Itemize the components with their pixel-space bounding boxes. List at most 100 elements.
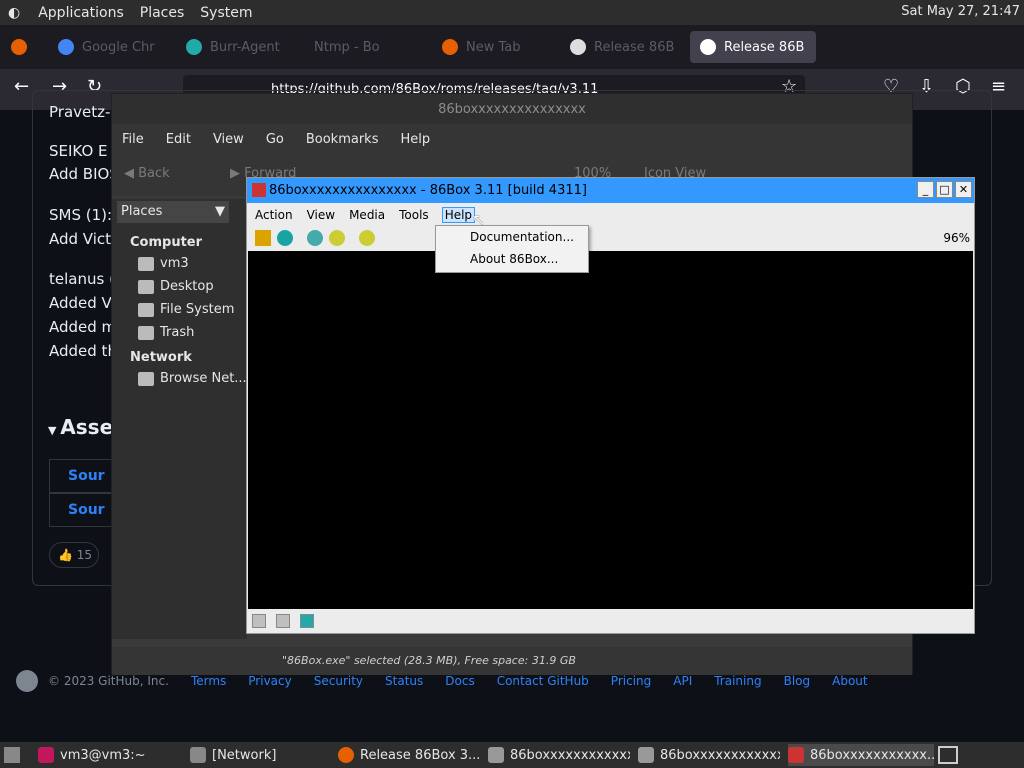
taskbar-item-folder-1[interactable]: 86boxxxxxxxxxxxxxx (488, 744, 630, 766)
86box-title: 86boxxxxxxxxxxxxxxx - 86Box 3.11 [build … (269, 183, 587, 198)
sound-icon[interactable] (300, 614, 314, 628)
minimize-button[interactable]: _ (917, 181, 934, 198)
reset-icon[interactable] (277, 230, 293, 246)
taskbar-item-folder-2[interactable]: 86boxxxxxxxxxxxxxx (638, 744, 780, 766)
footer-link-about[interactable]: About (832, 674, 867, 688)
menu-view[interactable]: View (307, 208, 335, 222)
menu-action[interactable]: Action (255, 208, 293, 222)
tab-release-active[interactable]: Release 86B ✕ (690, 31, 816, 63)
firefox-icon[interactable] (11, 39, 27, 55)
footer-link-privacy[interactable]: Privacy (248, 674, 291, 688)
menu-edit[interactable]: Edit (166, 132, 191, 147)
sidebar-item-label: File System (160, 302, 235, 317)
cdrom-drive-icon[interactable] (276, 614, 290, 628)
footer-link-training[interactable]: Training (714, 674, 761, 688)
floppy-drive-icon[interactable] (252, 614, 266, 628)
close-icon[interactable]: ✕ (814, 40, 816, 55)
github-logo-icon[interactable] (16, 670, 38, 692)
release-note-line: SMS (1): (49, 206, 113, 224)
footer-link-api[interactable]: API (673, 674, 692, 688)
network-icon (190, 747, 206, 763)
sidebar-heading-network: Network (130, 350, 192, 365)
86box-titlebar[interactable]: 86boxxxxxxxxxxxxxxx - 86Box 3.11 [build … (247, 178, 974, 203)
settings-icon[interactable] (359, 230, 375, 246)
tab-agent[interactable]: Burr-Agent (176, 31, 302, 63)
tab-ntmp[interactable]: Ntmp - Bo (304, 31, 430, 63)
release-note-line: Added th (49, 342, 117, 360)
footer-link-security[interactable]: Security (314, 674, 363, 688)
footer-link-blog[interactable]: Blog (784, 674, 811, 688)
hamburger-menu-icon[interactable]: ≡ (991, 76, 1006, 97)
ctrl-alt-esc-icon[interactable] (329, 230, 345, 246)
footer-link-pricing[interactable]: Pricing (611, 674, 651, 688)
sidebar-item-label: Desktop (160, 279, 214, 294)
places-label: Places (121, 204, 163, 219)
pause-icon[interactable] (255, 230, 271, 246)
top-panel: ◐ Applications Places System Sat May 27,… (0, 0, 1024, 25)
menu-help[interactable]: Help (441, 207, 476, 223)
taskbar-item-terminal[interactable]: vm3@vm3:~ (38, 744, 178, 766)
tab-label: Release 86B (594, 39, 675, 55)
places-menu[interactable]: Places (132, 5, 193, 21)
menu-bookmarks[interactable]: Bookmarks (306, 132, 379, 147)
footer-link-status[interactable]: Status (385, 674, 423, 688)
assets-heading[interactable]: ▼ Asse (48, 415, 113, 439)
footer-link-terms[interactable]: Terms (191, 674, 226, 688)
tab-label: Ntmp - Bo (314, 39, 380, 55)
workspace-switcher-icon[interactable] (938, 746, 958, 764)
applications-menu[interactable]: Applications (30, 5, 132, 21)
menu-icon[interactable]: ◐ (8, 5, 20, 21)
taskbar-item-firefox[interactable]: Release 86Box 3.... (338, 744, 480, 766)
taskbar-item-86box[interactable]: 86boxxxxxxxxxxx... (788, 744, 934, 766)
menu-item-about[interactable]: About 86Box... (436, 248, 588, 270)
release-note-line: Added V (49, 294, 112, 312)
tab-new[interactable]: New Tab (432, 31, 558, 63)
system-menu[interactable]: System (192, 5, 260, 21)
terminal-icon (38, 747, 54, 763)
emulator-screen[interactable] (248, 251, 973, 609)
tab-label: Burr-Agent (210, 39, 280, 55)
menu-item-documentation[interactable]: Documentation... (436, 226, 588, 248)
sidebar-item-filesystem[interactable]: File System (112, 298, 247, 321)
desktop-icon (138, 279, 154, 294)
taskbar-item-label: vm3@vm3:~ (60, 747, 146, 763)
asset-link[interactable]: Sour (68, 468, 105, 484)
sidebar-item-trash[interactable]: Trash (112, 321, 247, 344)
tab-release-1[interactable]: Release 86B (560, 31, 686, 63)
sidebar-item-desktop[interactable]: Desktop (112, 275, 247, 298)
maximize-button[interactable]: □ (936, 181, 953, 198)
mouse-cursor-icon: ↖ (472, 210, 486, 229)
release-note-line: Add Victo (49, 230, 121, 248)
taskbar-item-network[interactable]: [Network] (190, 744, 330, 766)
reaction-count: 15 (76, 548, 93, 562)
menu-go[interactable]: Go (266, 132, 284, 147)
menu-help[interactable]: Help (400, 132, 430, 147)
file-manager-title[interactable]: 86boxxxxxxxxxxxxxxx (112, 94, 912, 124)
reaction-button[interactable]: 👍 15 (49, 542, 99, 568)
file-manager-sidebar: Computer vm3 Desktop File System Trash N… (112, 199, 247, 639)
back-icon[interactable]: ← (14, 76, 29, 97)
home-folder-icon (138, 256, 154, 271)
86box-window: 86boxxxxxxxxxxxxxxx - 86Box 3.11 [build … (246, 177, 975, 634)
file-manager-status: "86Box.exe" selected (28.3 MB), Free spa… (112, 647, 912, 675)
clock[interactable]: Sat May 27, 21:47 (901, 4, 1020, 19)
86box-app-icon (252, 183, 266, 197)
menu-view[interactable]: View (213, 132, 244, 147)
places-dropdown[interactable]: Places ▼ (117, 201, 229, 223)
footer-link-docs[interactable]: Docs (445, 674, 474, 688)
menu-tools[interactable]: Tools (399, 208, 429, 222)
asset-link[interactable]: Sour (68, 502, 105, 518)
tab-google[interactable]: Google Chr (48, 31, 174, 63)
show-desktop-icon[interactable] (4, 747, 20, 763)
footer-link-contact[interactable]: Contact GitHub (497, 674, 589, 688)
menu-media[interactable]: Media (349, 208, 385, 222)
back-button[interactable]: ◀ Back (124, 166, 170, 181)
sidebar-item-vm3[interactable]: vm3 (112, 252, 247, 275)
close-button[interactable]: ✕ (955, 181, 972, 198)
release-note-line: telanus ( (49, 270, 115, 288)
menu-file[interactable]: File (122, 132, 144, 147)
ctrl-alt-del-icon[interactable] (307, 230, 323, 246)
github-icon (570, 39, 586, 55)
bottom-taskbar: vm3@vm3:~ [Network] Release 86Box 3.... … (0, 742, 1024, 768)
sidebar-item-browse-network[interactable]: Browse Net... (112, 367, 247, 390)
